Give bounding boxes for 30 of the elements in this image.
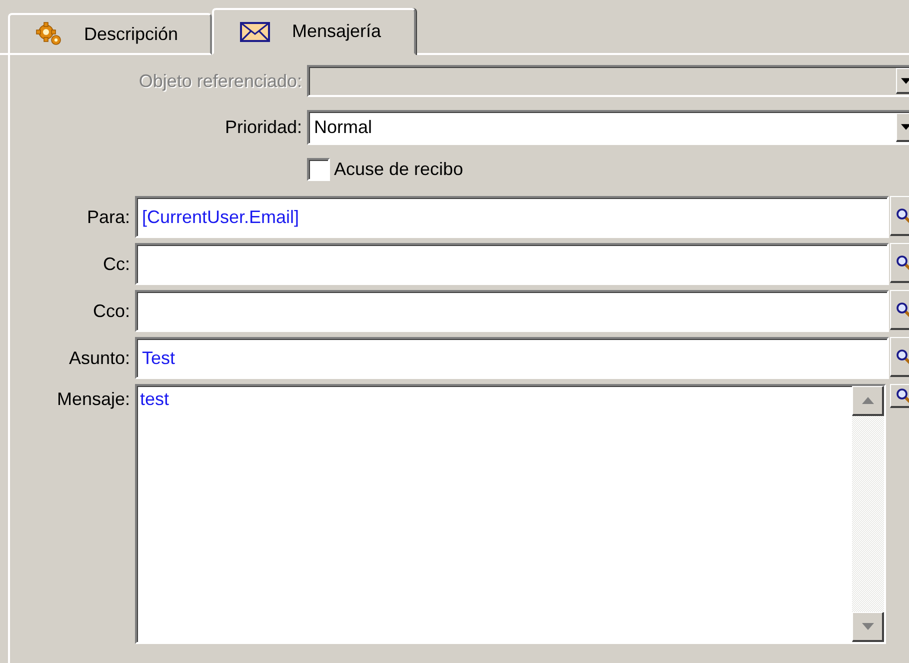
text-field[interactable] (135, 243, 889, 285)
text-field[interactable] (135, 290, 889, 332)
field-label: Mensaje: (56, 388, 130, 410)
field-label: Cc: (102, 254, 130, 274)
field-label: Prioridad: (224, 117, 302, 138)
down-arrow-icon (900, 124, 909, 130)
search-button[interactable] (890, 384, 909, 408)
search-button[interactable] (890, 337, 909, 377)
field-label: Objeto referenciado: (138, 70, 302, 92)
search-icon (896, 208, 909, 224)
checkbox-label: Acuse de recibo (334, 159, 464, 180)
tab[interactable]: Descripción (8, 13, 212, 55)
envelope-icon (240, 22, 270, 42)
field-label: Cco: (92, 300, 130, 322)
gear-icon (36, 22, 62, 46)
field-label: Asunto: (68, 348, 130, 368)
down-arrow-icon (900, 78, 909, 84)
search-button[interactable] (890, 243, 909, 283)
text-field[interactable]: [CurrentUser.Email] (135, 196, 889, 238)
search-icon (896, 254, 909, 270)
search-icon (896, 388, 909, 404)
search-button[interactable] (890, 196, 909, 236)
field-label: Para: (86, 206, 130, 228)
dropdown-field[interactable]: Normal (307, 110, 909, 145)
checkbox[interactable] (307, 158, 330, 181)
search-button[interactable] (890, 290, 909, 330)
search-icon (896, 302, 909, 318)
search-icon (896, 348, 909, 364)
text-field[interactable]: Test (135, 337, 889, 379)
tab[interactable]: Mensajería (212, 8, 416, 55)
